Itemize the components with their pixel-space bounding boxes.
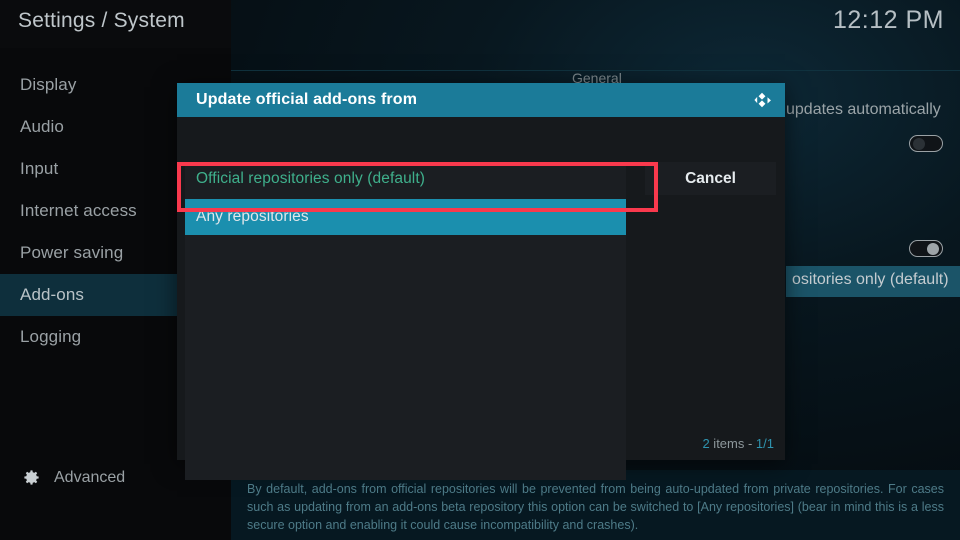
sidebar-item-power-saving[interactable]: Power saving [0, 232, 177, 274]
sidebar-item-label: Add-ons [20, 285, 85, 304]
toggle-knob [913, 138, 925, 150]
sidebar-item-label: Internet access [20, 201, 137, 220]
notifications-toggle[interactable] [909, 240, 943, 257]
item-count-number: 2 [702, 436, 710, 451]
sidebar-item-display[interactable]: Display [0, 64, 177, 106]
setting-description-text: By default, add-ons from official reposi… [247, 482, 944, 532]
sidebar-item-input[interactable]: Input [0, 148, 177, 190]
sidebar-nav: Display Audio Input Internet access Powe… [0, 64, 177, 358]
sidebar-item-logging[interactable]: Logging [0, 316, 177, 358]
sidebar-item-label: Logging [20, 327, 82, 346]
page-title: Settings / System [18, 9, 185, 32]
option-label: Official repositories only (default) [196, 169, 426, 187]
option-official-repositories-only[interactable]: Official repositories only (default) [185, 162, 626, 195]
dialog-body: Official repositories only (default) Any… [177, 117, 785, 480]
sidebar-item-label: Display [20, 75, 77, 94]
advanced-label: Advanced [54, 468, 126, 486]
sidebar-item-add-ons[interactable]: Add-ons [0, 274, 177, 316]
option-any-repositories[interactable]: Any repositories [185, 199, 626, 235]
kodi-logo-icon [754, 92, 771, 108]
sidebar-item-label: Input [20, 159, 59, 178]
sidebar-item-audio[interactable]: Audio [0, 106, 177, 148]
cancel-button[interactable]: Cancel [645, 162, 776, 195]
gear-icon [24, 470, 39, 485]
item-count-word: items - [709, 436, 756, 451]
sidebar-item-label: Power saving [20, 243, 124, 262]
bg-setting-value-update-source: ositories only (default) [792, 271, 949, 288]
option-label: Any repositories [196, 208, 309, 225]
toggle-knob [927, 243, 939, 255]
item-count-status: 2 items - 1/1 [702, 436, 774, 451]
update-source-dialog: Update official add-ons from Official re… [177, 83, 785, 480]
cancel-label: Cancel [685, 169, 736, 187]
item-count-page: 1/1 [755, 436, 774, 451]
advanced-settings-button[interactable]: Advanced [22, 468, 125, 487]
sidebar-item-label: Audio [20, 117, 64, 136]
setting-description-panel: By default, add-ons from official reposi… [231, 470, 960, 540]
dialog-header: Update official add-ons from [177, 83, 785, 117]
dialog-title: Update official add-ons from [196, 91, 418, 108]
options-list: Official repositories only (default) Any… [185, 162, 626, 480]
bg-setting-row-update-source[interactable]: ositories only (default) [786, 266, 960, 297]
kodi-settings-screen: Settings / System 12:12 PM General updat… [0, 0, 960, 540]
sidebar-item-internet-access[interactable]: Internet access [0, 190, 177, 232]
auto-update-toggle[interactable] [909, 135, 943, 152]
bg-setting-label-auto-updates: updates automatically [786, 101, 941, 118]
